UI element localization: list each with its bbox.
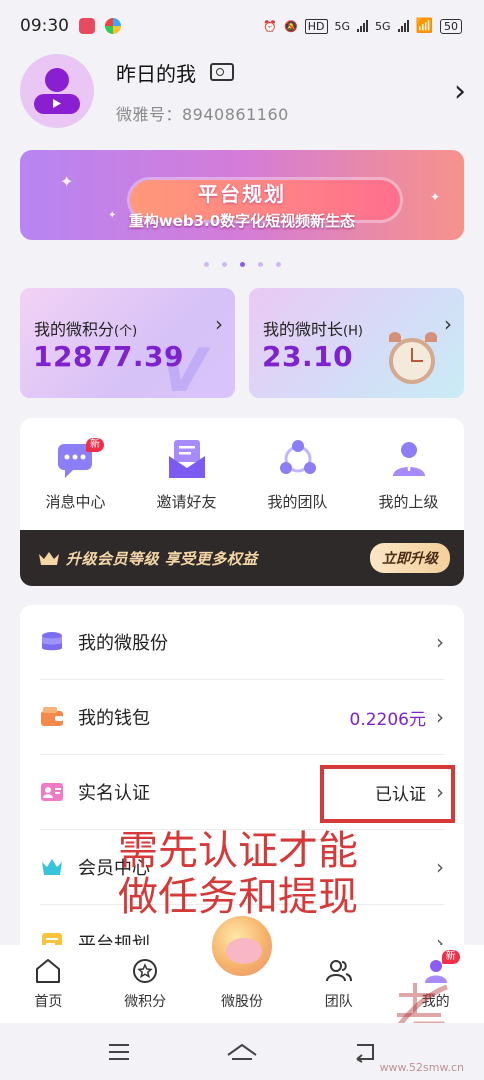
invite-friends-icon	[168, 440, 205, 478]
hd-label: HD	[304, 18, 328, 34]
back-icon[interactable]	[353, 1041, 377, 1063]
annotation-text: 需先认证才能 做任务和提现	[118, 828, 358, 920]
duration-label: 我的微时长	[263, 320, 344, 339]
shares-center-icon	[208, 913, 275, 979]
new-badge: 新	[86, 438, 104, 452]
nickname: 昨日的我	[116, 61, 196, 86]
quick-action-label: 消息中心	[45, 493, 106, 511]
member-center-icon	[42, 859, 62, 875]
chevron-right-icon: ›	[215, 312, 223, 336]
my-superior-icon	[392, 442, 425, 476]
banner-subtitle: 重构web3.0数字化短视频新生态	[128, 212, 356, 230]
signal-icon	[357, 20, 369, 32]
banner-title: 平台规划	[198, 182, 286, 206]
quick-action-message-center[interactable]: 新 消息中心	[20, 418, 131, 530]
team-icon	[325, 960, 352, 982]
tab-label: 团队	[324, 994, 353, 1010]
duration-value: 23.10	[262, 340, 354, 373]
crown-icon	[39, 552, 59, 565]
signal-icon-2	[397, 20, 409, 32]
quick-action-label: 我的团队	[267, 493, 328, 511]
menu-item-label: 我的微股份	[78, 633, 168, 654]
points-card[interactable]: 我的微积分(个) › V 12877.39	[20, 288, 235, 398]
points-label: 我的微积分	[34, 320, 115, 339]
points-unit: (个)	[114, 324, 138, 339]
real-name-icon	[41, 783, 63, 801]
menu-icon[interactable]	[107, 1041, 131, 1063]
chevron-right-icon: ›	[436, 855, 444, 879]
points-value: 12877.39	[33, 340, 185, 373]
wallet-balance: 0.2206元	[349, 709, 426, 730]
quick-action-invite-friends[interactable]: 邀请好友	[131, 418, 242, 530]
pagination-dot[interactable]	[275, 262, 281, 267]
app-notification-icon-2	[105, 18, 121, 34]
annotation-line-1: 需先认证才能	[118, 828, 358, 874]
wifi-icon: 📶	[415, 18, 433, 34]
platform-banner[interactable]: ✦ ✦ ✦ 平台规划 重构web3.0数字化短视频新生态	[20, 150, 464, 240]
alarm-clock-icon	[389, 338, 435, 384]
tab-label: 微积分	[124, 994, 167, 1010]
quick-action-my-superior[interactable]: 我的上级	[353, 418, 464, 530]
quick-action-label: 我的上级	[378, 493, 439, 511]
mute-icon: 🔕	[284, 19, 298, 33]
points-icon	[133, 959, 158, 983]
home-icon	[36, 959, 61, 983]
battery-icon: 50	[440, 18, 462, 34]
pagination-dot[interactable]	[221, 262, 227, 267]
tab-label: 微股份	[220, 994, 263, 1010]
pagination-dot-active[interactable]	[239, 262, 245, 267]
alarm-icon: ⏰	[263, 19, 278, 33]
chevron-right-icon: ›	[436, 630, 444, 654]
home-nav-icon[interactable]	[226, 1041, 258, 1063]
duration-unit: (H)	[343, 324, 363, 339]
id-card-icon[interactable]	[210, 63, 234, 81]
wallet-icon	[41, 707, 63, 726]
network-1: 5G	[334, 19, 351, 33]
watermark: www.52smw.cn	[379, 1061, 464, 1074]
menu-item-wallet[interactable]: 我的钱包 0.2206元 ›	[40, 680, 444, 755]
network-2: 5G	[375, 19, 391, 33]
banner-pagination	[0, 262, 484, 267]
status-bar: 09:30 ⏰ 🔕 HD 5G 5G 📶 50	[0, 0, 484, 52]
quick-action-label: 邀请好友	[156, 493, 217, 511]
avatar[interactable]	[20, 54, 94, 128]
tab-team[interactable]: 团队	[290, 945, 387, 1023]
duration-card[interactable]: 我的微时长(H) › 23.10	[249, 288, 464, 398]
profile-header[interactable]: 昨日的我 微雅号：8940861160 ›	[20, 50, 470, 132]
menu-item-shares[interactable]: 我的微股份 ›	[40, 605, 444, 680]
tab-shares[interactable]: 微股份	[194, 913, 291, 1023]
menu-item-label: 我的钱包	[78, 708, 150, 729]
app-notification-icon	[79, 18, 95, 34]
status-time: 09:30	[20, 16, 69, 36]
tab-points[interactable]: 微积分	[97, 945, 194, 1023]
vip-upgrade-text: 升级会员等级 享受更多权益	[66, 549, 258, 568]
highlight-box	[320, 765, 455, 823]
pagination-dot[interactable]	[203, 262, 209, 267]
new-badge: 新	[441, 950, 460, 964]
shares-icon	[42, 632, 62, 651]
weiya-id: 微雅号：8940861160	[116, 104, 289, 124]
chevron-right-icon[interactable]: ›	[454, 74, 466, 109]
tab-home[interactable]: 首页	[0, 945, 97, 1023]
my-team-icon	[279, 440, 316, 474]
quick-action-my-team[interactable]: 我的团队	[242, 418, 353, 530]
chevron-right-icon: ›	[436, 705, 444, 729]
vip-upgrade-bar[interactable]: 升级会员等级 享受更多权益 立即升级	[20, 530, 464, 586]
tab-label: 首页	[34, 994, 63, 1010]
pagination-dot[interactable]	[257, 262, 263, 267]
upgrade-now-button[interactable]: 立即升级	[370, 543, 450, 573]
quick-actions-card: 新 消息中心 邀请好友 我的团队 我的上级 升级会员等级 享受更多权益 立即升级	[20, 418, 464, 586]
chevron-right-icon: ›	[444, 312, 452, 336]
